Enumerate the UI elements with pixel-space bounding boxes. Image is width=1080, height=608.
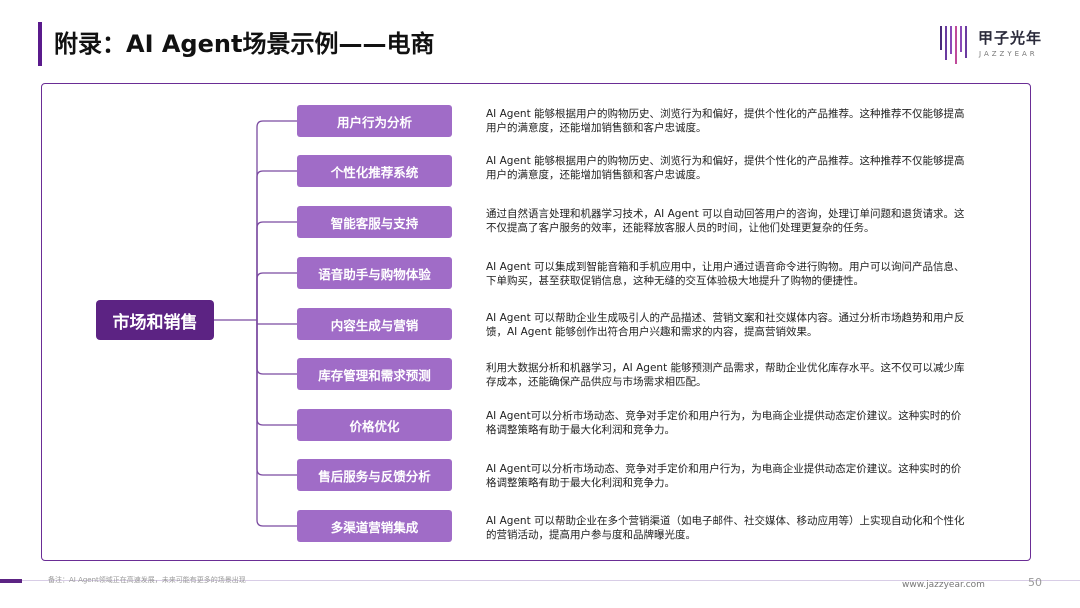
branch-node: 个性化推荐系统 — [297, 155, 452, 187]
page-number: 50 — [1028, 576, 1042, 589]
branch-node: 语音助手与购物体验 — [297, 257, 452, 289]
branch-description: AI Agent 能够根据用户的购物历史、浏览行为和偏好，提供个性化的产品推荐。… — [486, 155, 965, 181]
branch-node: 库存管理和需求预测 — [297, 358, 452, 390]
branch-connector — [256, 120, 297, 320]
branch-node: 智能客服与支持 — [297, 206, 452, 238]
footnote: 备注：AI Agent领域正在高速发展，未来可能有更多的场景出现 — [48, 576, 246, 584]
branch-node: 价格优化 — [297, 409, 452, 441]
root-node: 市场和销售 — [96, 300, 214, 340]
branch-connector — [256, 320, 297, 426]
branch-description: AI Agent 可以帮助企业生成吸引人的产品描述、营销文案和社交媒体内容。通过… — [486, 312, 965, 338]
branch-node: 用户行为分析 — [297, 105, 452, 137]
branch-node: 售后服务与反馈分析 — [297, 459, 452, 491]
branch-connector — [256, 320, 297, 527]
branch-description: 利用大数据分析和机器学习，AI Agent 能够预测产品需求，帮助企业优化库存水… — [486, 362, 965, 388]
branch-connector — [256, 272, 297, 320]
branch-description: AI Agent可以分析市场动态、竞争对手定价和用户行为，为电商企业提供动态定价… — [486, 410, 962, 436]
website-link[interactable]: www.jazzyear.com — [902, 580, 985, 590]
branch-node: 多渠道营销集成 — [297, 510, 452, 542]
branch-connector — [256, 320, 297, 375]
branch-connector — [256, 320, 297, 476]
branch-node: 内容生成与营销 — [297, 308, 452, 340]
branch-description: 通过自然语言处理和机器学习技术，AI Agent 可以自动回答用户的咨询，处理订… — [486, 208, 965, 234]
branch-connector — [256, 170, 297, 320]
branch-description: AI Agent 能够根据用户的购物历史、浏览行为和偏好，提供个性化的产品推荐。… — [486, 108, 965, 134]
footer-accent-bar — [0, 579, 22, 583]
branch-description: AI Agent 可以集成到智能音箱和手机应用中，让用户通过语音命令进行购物。用… — [486, 261, 965, 287]
branch-description: AI Agent 可以帮助企业在多个营销渠道（如电子邮件、社交媒体、移动应用等）… — [486, 515, 965, 541]
branch-connector — [256, 221, 297, 320]
branch-description: AI Agent可以分析市场动态、竞争对手定价和用户行为，为电商企业提供动态定价… — [486, 463, 962, 489]
